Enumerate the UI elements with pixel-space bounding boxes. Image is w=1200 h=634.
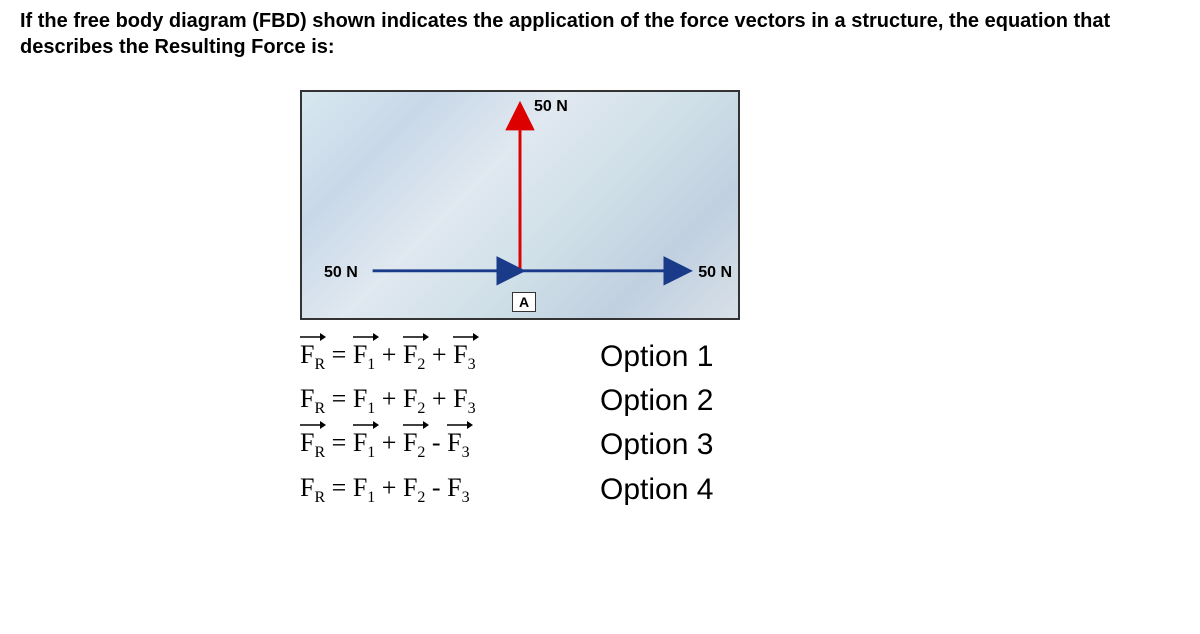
force-label-top: 50 N: [534, 98, 568, 116]
option-3-label: Option 3: [600, 428, 713, 462]
option-3[interactable]: FR = F1 + F2 - F3 Option 3: [300, 428, 1180, 462]
point-label: A: [512, 292, 536, 312]
option-4[interactable]: FR = F1 + F2 - F3 Option 4: [300, 473, 1180, 507]
equation-1: FR = F1 + F2 + F3: [300, 340, 580, 374]
option-2[interactable]: FR = F1 + F2 + F3 Option 2: [300, 384, 1180, 418]
option-1[interactable]: FR = F1 + F2 + F3 Option 1: [300, 340, 1180, 374]
option-4-label: Option 4: [600, 473, 713, 507]
equation-2: FR = F1 + F2 + F3: [300, 384, 580, 418]
force-label-right: 50 N: [698, 264, 732, 282]
force-label-left: 50 N: [324, 264, 358, 282]
question-text: If the free body diagram (FBD) shown ind…: [20, 8, 1180, 60]
equation-3: FR = F1 + F2 - F3: [300, 428, 580, 462]
free-body-diagram: 50 N 50 N 50 N A: [300, 90, 740, 320]
diagram-container: 50 N 50 N 50 N A: [300, 90, 1180, 320]
equation-4: FR = F1 + F2 - F3: [300, 473, 580, 507]
option-2-label: Option 2: [600, 384, 713, 418]
option-1-label: Option 1: [600, 340, 713, 374]
options-container: FR = F1 + F2 + F3 Option 1 FR = F1 + F2 …: [300, 340, 1180, 507]
diagram-svg: [302, 92, 738, 318]
